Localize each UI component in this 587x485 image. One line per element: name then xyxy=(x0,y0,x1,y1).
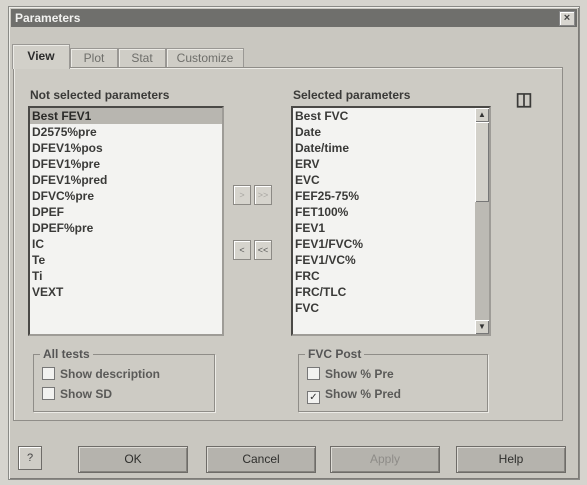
list-item[interactable]: DFVC%pre xyxy=(30,188,222,204)
list-item[interactable]: Date/time xyxy=(293,140,475,156)
help-button[interactable]: Help xyxy=(456,446,566,473)
selected-label: Selected parameters xyxy=(293,88,411,102)
list-item[interactable]: Best FVC xyxy=(293,108,475,124)
checkbox-icon[interactable] xyxy=(42,367,55,380)
list-item[interactable]: DFEV1%pre xyxy=(30,156,222,172)
checkmark-icon[interactable]: ✓ xyxy=(307,391,320,404)
list-item[interactable]: IC xyxy=(30,236,222,252)
remove-button[interactable]: < xyxy=(233,240,251,260)
show-pct-pred-label: Show % Pred xyxy=(325,387,402,401)
ok-button[interactable]: OK xyxy=(78,446,188,473)
list-item[interactable]: FVC xyxy=(293,300,475,316)
selected-list-scrollbar[interactable]: ▲ ▼ xyxy=(475,108,489,334)
context-help-icon[interactable]: ? xyxy=(18,446,42,470)
tab-plot[interactable]: Plot xyxy=(70,48,118,68)
list-item[interactable]: DPEF xyxy=(30,204,222,220)
show-sd-checkbox[interactable]: Show SD xyxy=(42,387,112,403)
show-description-label: Show description xyxy=(60,367,161,381)
list-item[interactable]: FRC xyxy=(293,268,475,284)
checkbox-icon[interactable] xyxy=(307,367,320,380)
list-item[interactable]: Te xyxy=(30,252,222,268)
fvc-post-group: FVC Post Show % Pre ✓ Show % Pred xyxy=(298,347,488,412)
show-pct-pre-label: Show % Pre xyxy=(325,367,394,381)
apply-button[interactable]: Apply xyxy=(330,446,440,473)
list-item[interactable]: FEV1/FVC% xyxy=(293,236,475,252)
list-item[interactable]: ERV xyxy=(293,156,475,172)
column-view-icon[interactable]: ◫ xyxy=(513,88,535,110)
tab-customize[interactable]: Customize xyxy=(166,48,244,68)
show-pct-pred-checkbox[interactable]: ✓ Show % Pred xyxy=(307,387,402,404)
checkbox-icon[interactable] xyxy=(42,387,55,400)
selected-list[interactable]: Best FVC Date Date/time ERV EVC FEF25-75% FET1… xyxy=(291,106,491,336)
scroll-down-icon[interactable]: ▼ xyxy=(475,320,489,334)
title-bar: Parameters × xyxy=(11,9,577,27)
window-title: Parameters xyxy=(15,11,81,25)
list-item[interactable]: FEF25-75% xyxy=(293,188,475,204)
list-item[interactable]: VEXT xyxy=(30,284,222,300)
list-item[interactable]: Ti xyxy=(30,268,222,284)
scroll-thumb[interactable] xyxy=(475,122,489,202)
list-item[interactable]: Best FEV1 xyxy=(30,108,222,124)
list-item[interactable]: DFEV1%pos xyxy=(30,140,222,156)
fvc-post-title: FVC Post xyxy=(305,347,365,361)
not-selected-list[interactable]: Best FEV1 D2575%pre DFEV1%pos DFEV1%pre DFEV… xyxy=(28,106,224,336)
list-item[interactable]: EVC xyxy=(293,172,475,188)
show-pct-pre-checkbox[interactable]: Show % Pre xyxy=(307,367,394,383)
remove-all-button[interactable]: << xyxy=(254,240,272,260)
all-tests-group: All tests Show description Show SD xyxy=(33,347,215,412)
list-item[interactable]: D2575%pre xyxy=(30,124,222,140)
add-button[interactable]: > xyxy=(233,185,251,205)
tab-stat[interactable]: Stat xyxy=(118,48,166,68)
list-item[interactable]: DPEF%pre xyxy=(30,220,222,236)
list-item[interactable]: FRC/TLC xyxy=(293,284,475,300)
close-icon[interactable]: × xyxy=(559,11,575,26)
add-all-button[interactable]: >> xyxy=(254,185,272,205)
not-selected-label: Not selected parameters xyxy=(30,88,170,102)
scroll-up-icon[interactable]: ▲ xyxy=(475,108,489,122)
list-item[interactable]: FET100% xyxy=(293,204,475,220)
list-item[interactable]: DFEV1%pred xyxy=(30,172,222,188)
show-sd-label: Show SD xyxy=(60,387,113,401)
cancel-button[interactable]: Cancel xyxy=(206,446,316,473)
list-item[interactable]: FEV1 xyxy=(293,220,475,236)
show-description-checkbox[interactable]: Show description xyxy=(42,367,160,383)
list-item[interactable]: Date xyxy=(293,124,475,140)
list-item[interactable]: FEV1/VC% xyxy=(293,252,475,268)
all-tests-title: All tests xyxy=(40,347,93,361)
tab-view[interactable]: View xyxy=(12,44,70,69)
